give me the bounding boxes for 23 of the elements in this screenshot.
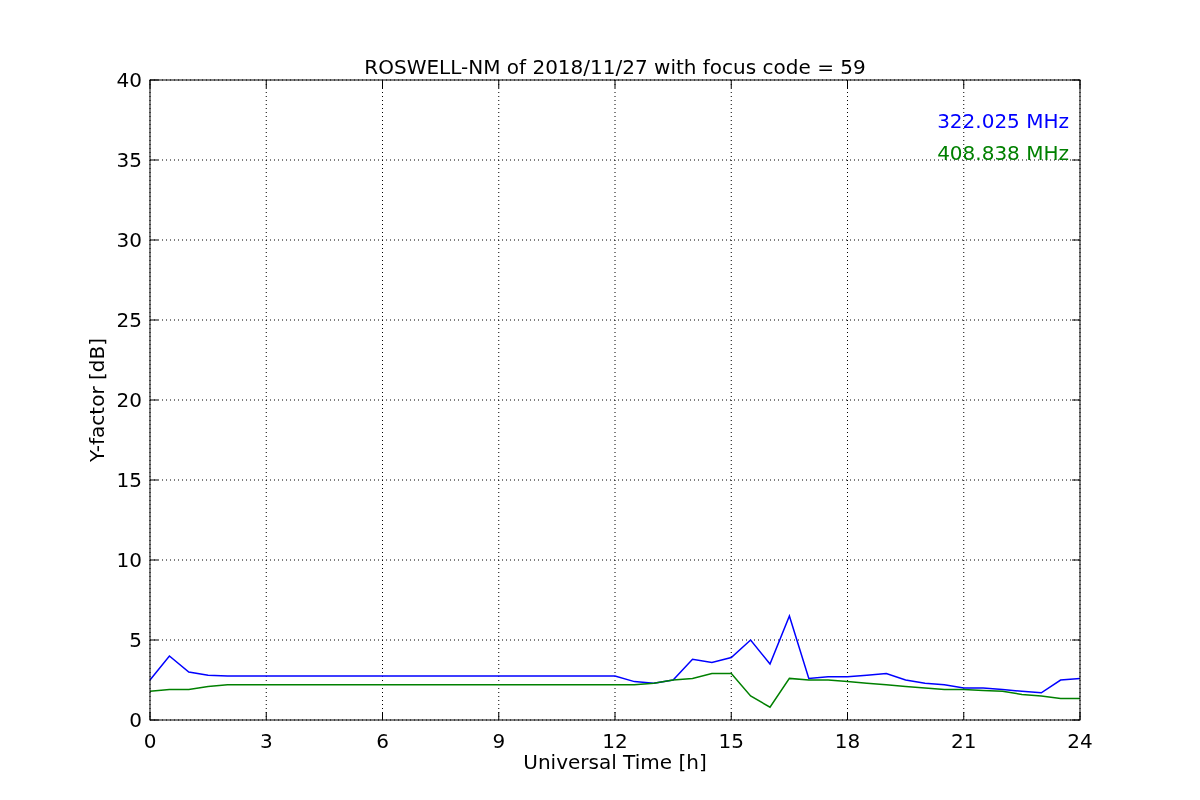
y-tick-label: 40 bbox=[116, 68, 142, 92]
legend-label: 322.025 MHz bbox=[937, 109, 1069, 133]
x-axis-label: Universal Time [h] bbox=[523, 750, 707, 774]
chart-title: ROSWELL-NM of 2018/11/27 with focus code = 59 bbox=[364, 55, 866, 79]
y-tick-label: 15 bbox=[116, 468, 142, 492]
x-tick-label: 24 bbox=[1067, 729, 1093, 753]
y-axis-label: Y-factor [dB] bbox=[85, 338, 109, 462]
x-tick-label: 18 bbox=[834, 729, 861, 753]
y-tick-label: 35 bbox=[116, 148, 142, 172]
legend-label: 408.838 MHz bbox=[937, 141, 1069, 165]
y-tick-label: 30 bbox=[116, 228, 142, 252]
y-tick-label: 0 bbox=[129, 708, 142, 732]
y-tick-label: 5 bbox=[129, 628, 142, 652]
x-tick-label: 9 bbox=[492, 729, 506, 753]
y-tick-label: 10 bbox=[116, 548, 142, 572]
y-tick-label: 20 bbox=[116, 388, 142, 412]
y-tick-label: 25 bbox=[116, 308, 142, 332]
x-tick-label: 3 bbox=[259, 729, 273, 753]
x-tick-label: 0 bbox=[143, 729, 157, 753]
x-tick-label: 21 bbox=[951, 729, 977, 753]
x-tick-label: 15 bbox=[718, 729, 744, 753]
x-tick-label: 12 bbox=[602, 729, 628, 753]
x-tick-label: 6 bbox=[376, 729, 389, 753]
